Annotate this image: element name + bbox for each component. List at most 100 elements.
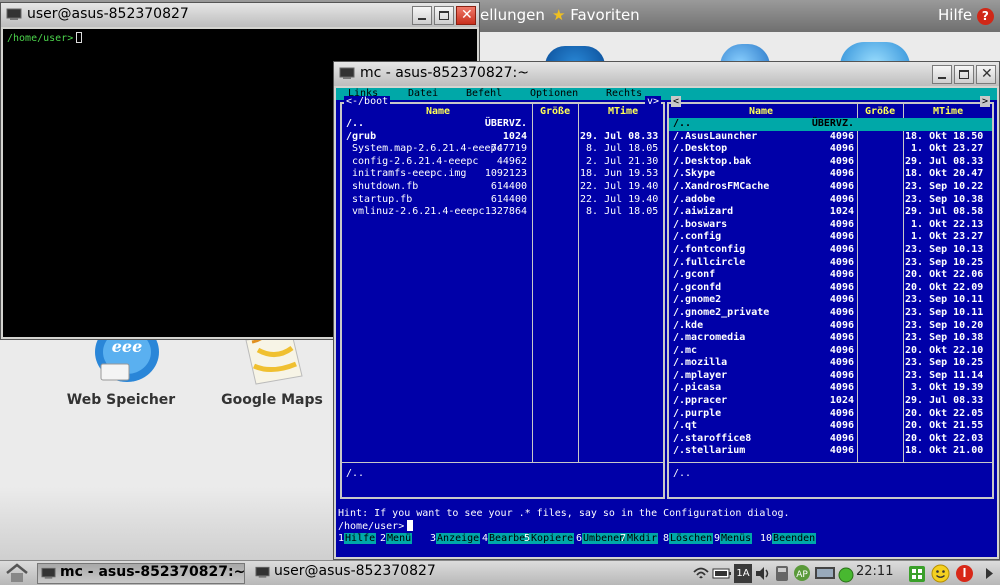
file-row[interactable]: shutdown.fb 614400 22. Jul 19.40 bbox=[342, 181, 663, 194]
file-row[interactable]: startup.fb 614400 22. Jul 19.40 bbox=[342, 194, 663, 207]
file-row[interactable]: System.map-2.6.21.4-eeepc 747719 8. Jul 1… bbox=[342, 143, 663, 156]
launcher-web-speicher[interactable]: eee Web Speicher bbox=[56, 330, 186, 408]
file-row[interactable]: /.Desktop 4096 1. Okt 23.27 bbox=[669, 143, 992, 156]
chevron-right-icon[interactable] bbox=[983, 564, 995, 583]
file-row[interactable]: /.fontconfig 4096 23. Sep 10.13 bbox=[669, 244, 992, 257]
file-row[interactable]: /.qt 4096 20. Okt 21.55 bbox=[669, 420, 992, 433]
file-row[interactable]: /.gconf 4096 20. Okt 22.06 bbox=[669, 269, 992, 282]
apps-icon[interactable] bbox=[908, 564, 926, 583]
column-header-size[interactable]: Größe bbox=[865, 106, 895, 117]
file-row[interactable]: initramfs-eeepc.img 1092123 18. Jun 19.53 bbox=[342, 168, 663, 181]
file-row[interactable]: /.mc 4096 20. Okt 22.10 bbox=[669, 345, 992, 358]
fkey-2-button[interactable]: 2Menü bbox=[380, 533, 413, 544]
menu-datei[interactable]: Datei bbox=[408, 88, 438, 99]
fkey-3-button[interactable]: 3Anzeige bbox=[430, 533, 481, 544]
file-name: /.gnome2_private bbox=[673, 306, 770, 318]
file-row[interactable]: /.XandrosFMCache 4096 23. Sep 10.22 bbox=[669, 181, 992, 194]
smiley-icon[interactable] bbox=[931, 564, 950, 583]
file-row[interactable]: /.gnome2_private 4096 23. Sep 10.11 bbox=[669, 307, 992, 320]
file-row[interactable]: /.picasa 4096 3. Okt 19.39 bbox=[669, 382, 992, 395]
file-row[interactable]: /.AsusLauncher 4096 18. Okt 18.50 bbox=[669, 131, 992, 144]
fkey-label: Anzeige bbox=[436, 533, 481, 544]
left-panel-path[interactable]: <-/boot bbox=[344, 96, 391, 107]
storage-icon[interactable] bbox=[774, 564, 790, 583]
terminal-titlebar[interactable]: user@asus-852370827 ✕ bbox=[1, 3, 479, 27]
file-row[interactable]: /.kde 4096 23. Sep 10.20 bbox=[669, 320, 992, 333]
maximize-icon bbox=[439, 11, 449, 20]
minimize-button[interactable] bbox=[932, 65, 952, 84]
network-icon[interactable]: AP bbox=[792, 564, 812, 583]
column-header-mtime[interactable]: MTime bbox=[933, 106, 963, 117]
file-row[interactable]: /.mplayer 4096 23. Sep 11.14 bbox=[669, 370, 992, 383]
fkey-5-button[interactable]: 5Kopiere bbox=[524, 533, 575, 544]
help-button[interactable]: Hilfe ? bbox=[938, 6, 994, 25]
wifi-icon[interactable] bbox=[692, 564, 710, 583]
minimize-button[interactable] bbox=[412, 6, 432, 25]
column-header-mtime[interactable]: MTime bbox=[608, 106, 638, 117]
file-row[interactable]: /.config 4096 1. Okt 23.27 bbox=[669, 231, 992, 244]
home-button[interactable] bbox=[4, 562, 30, 584]
terminal-app-icon bbox=[255, 566, 270, 578]
maximize-button[interactable] bbox=[954, 65, 974, 84]
taskbar-item-mc[interactable]: mc - asus-852370827:~ bbox=[37, 563, 245, 584]
fkey-7-button[interactable]: 7Mkdir bbox=[620, 533, 659, 544]
close-button[interactable]: ✕ bbox=[976, 65, 996, 84]
file-row[interactable]: /.purple 4096 20. Okt 22.05 bbox=[669, 408, 992, 421]
file-row[interactable]: /.macromedia 4096 23. Sep 10.38 bbox=[669, 332, 992, 345]
left-panel[interactable]: <-/boot v> Name Größe MTime /.. ÜBERVZ. /g… bbox=[340, 96, 665, 499]
settings-tab-partial[interactable]: ellungen bbox=[480, 6, 545, 24]
fkey-9-button[interactable]: 9Menüs bbox=[714, 533, 753, 544]
maximize-button[interactable] bbox=[434, 6, 454, 25]
right-panel-nav-right[interactable]: > bbox=[979, 96, 990, 107]
file-mtime: 1. Okt 22.13 bbox=[905, 218, 984, 230]
launcher-label: Google Maps bbox=[221, 392, 323, 408]
volume-icon[interactable] bbox=[754, 564, 772, 583]
file-name: vmlinuz-2.6.21.4-eeepc bbox=[346, 206, 485, 218]
taskbar-item-terminal[interactable]: user@asus-852370827 bbox=[252, 563, 452, 584]
clock[interactable]: 22:11 bbox=[856, 564, 893, 579]
menu-optionen[interactable]: Optionen bbox=[530, 88, 578, 99]
file-row[interactable]: /.. ÜBERVZ. bbox=[669, 118, 992, 131]
file-row[interactable]: /.Skype 4096 18. Okt 20.47 bbox=[669, 168, 992, 181]
file-row[interactable]: /.stellarium 4096 18. Okt 21.00 bbox=[669, 445, 992, 458]
file-row[interactable]: /.adobe 4096 23. Sep 10.38 bbox=[669, 194, 992, 207]
menu-rechts[interactable]: Rechts bbox=[606, 88, 642, 99]
left-panel-arrow[interactable]: v> bbox=[644, 96, 661, 107]
column-header-size[interactable]: Größe bbox=[540, 106, 570, 117]
file-row[interactable]: /.gnome2 4096 23. Sep 10.11 bbox=[669, 294, 992, 307]
file-row[interactable]: /.boswars 4096 1. Okt 22.13 bbox=[669, 219, 992, 232]
file-row[interactable]: /.. ÜBERVZ. bbox=[342, 118, 663, 131]
favorites-tab[interactable]: ★ Favoriten bbox=[552, 6, 640, 24]
fkey-8-button[interactable]: 8Löschen bbox=[663, 533, 714, 544]
file-row[interactable]: /.Desktop.bak 4096 29. Jul 08.33 bbox=[669, 156, 992, 169]
monitor-icon[interactable] bbox=[814, 564, 836, 583]
status-green-icon[interactable] bbox=[838, 564, 854, 583]
menu-befehl[interactable]: Befehl bbox=[466, 88, 502, 99]
file-row[interactable]: config-2.6.21.4-eeepc 44962 2. Jul 21.30 bbox=[342, 156, 663, 169]
file-row[interactable]: /.mozilla 4096 23. Sep 10.25 bbox=[669, 357, 992, 370]
file-mtime: 3. Okt 19.39 bbox=[905, 382, 984, 394]
fkey-label: Hilfe bbox=[344, 533, 377, 544]
column-header-name[interactable]: Name bbox=[426, 106, 450, 117]
launcher-google-maps[interactable]: Google Maps bbox=[207, 330, 337, 408]
file-row[interactable]: /.gconfd 4096 20. Okt 22.09 bbox=[669, 282, 992, 295]
close-button[interactable]: ✕ bbox=[456, 6, 476, 25]
column-header-name[interactable]: Name bbox=[749, 106, 773, 117]
file-size: 4096 bbox=[829, 357, 854, 369]
fkey-10-button[interactable]: 10Beenden bbox=[760, 533, 817, 544]
file-row[interactable]: /.ppracer 1024 29. Jul 08.33 bbox=[669, 395, 992, 408]
mc-command-line[interactable]: /home/user> bbox=[338, 520, 414, 532]
battery-icon[interactable] bbox=[712, 564, 732, 583]
right-panel[interactable]: < > Name Größe MTime /.. ÜBERVZ. /.AsusLau… bbox=[667, 96, 994, 499]
file-row[interactable]: /grub 1024 29. Jul 08.33 bbox=[342, 131, 663, 144]
fkey-1-button[interactable]: 1Hilfe bbox=[338, 533, 377, 544]
mc-titlebar[interactable]: mc - asus-852370827:~ ✕ bbox=[334, 62, 999, 86]
file-row[interactable]: /.staroffice8 4096 20. Okt 22.03 bbox=[669, 433, 992, 446]
file-row[interactable]: /.fullcircle 4096 23. Sep 10.25 bbox=[669, 257, 992, 270]
right-panel-nav-left[interactable]: < bbox=[671, 96, 682, 107]
power-icon[interactable] bbox=[955, 564, 974, 583]
file-row[interactable]: vmlinuz-2.6.21.4-eeepc 1327864 8. Jul 18.… bbox=[342, 206, 663, 219]
file-row[interactable]: /.aiwizard 1024 29. Jul 08.58 bbox=[669, 206, 992, 219]
keyboard-layout-badge[interactable]: 1A bbox=[734, 564, 752, 583]
fkey-6-button[interactable]: 6Umbenen bbox=[576, 533, 627, 544]
